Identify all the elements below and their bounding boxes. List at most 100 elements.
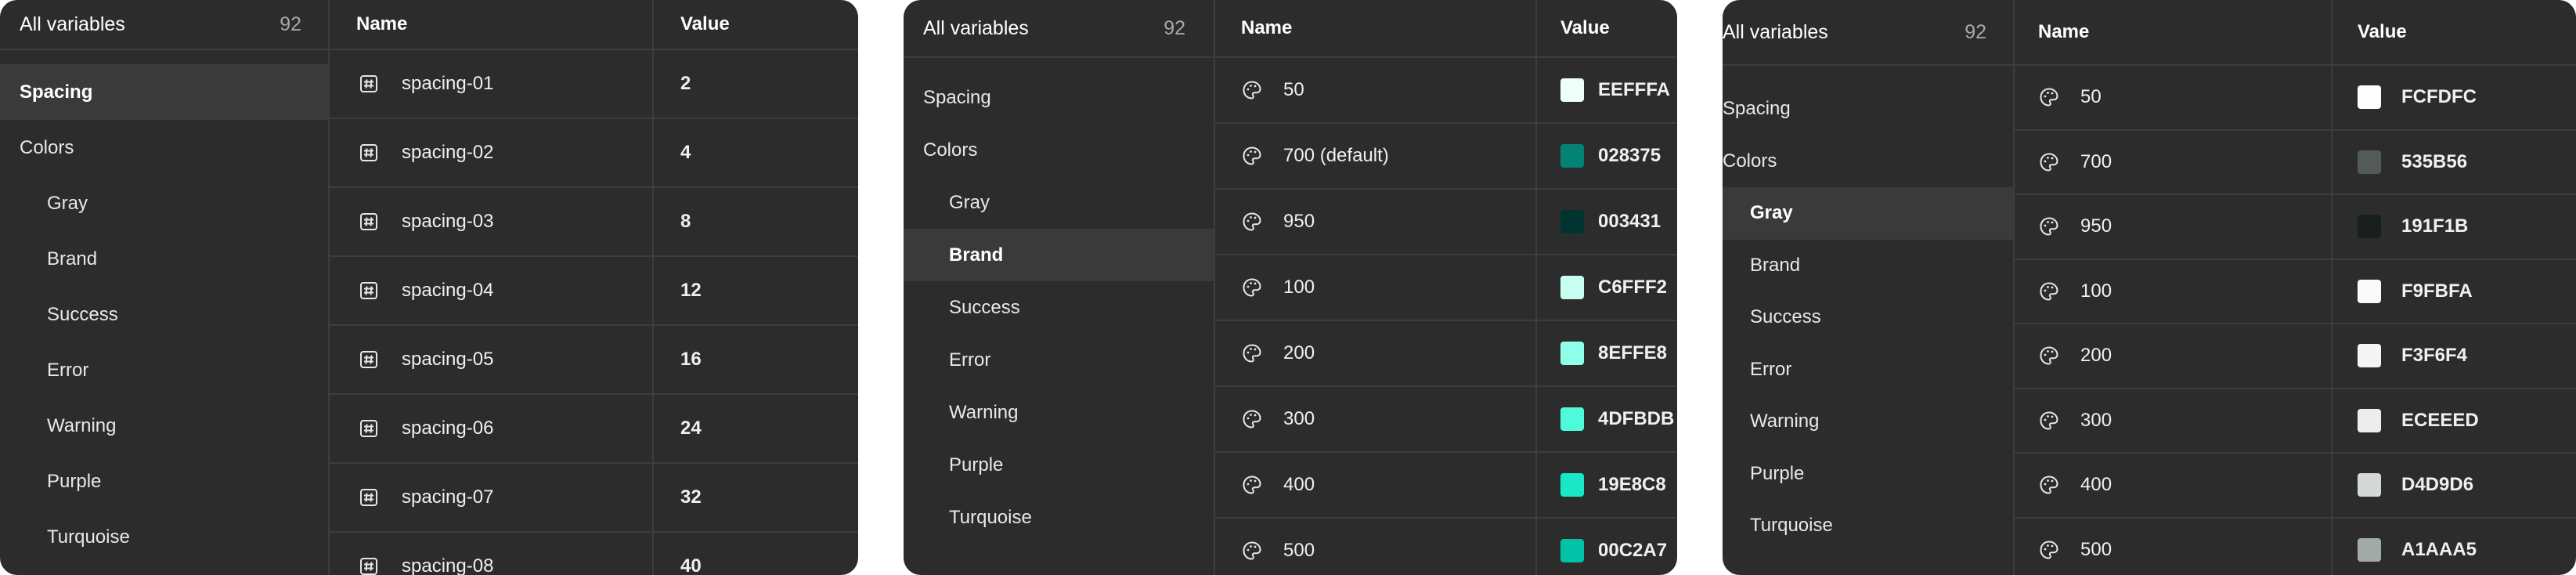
variable-name-cell[interactable]: spacing-04 [330,257,652,324]
variable-name-cell[interactable]: spacing-07 [330,464,652,531]
variable-value-cell[interactable]: 8EFFE8 [1535,321,1677,385]
sidebar-item-colors[interactable]: Colors [904,124,1214,176]
table-row[interactable]: 100 F9FBFA [2015,259,2576,324]
sidebar-item-brand[interactable]: Brand [1723,240,2013,292]
sidebar-item-colors[interactable]: Colors [0,120,328,175]
variable-name-cell[interactable]: 200 [1215,321,1535,385]
variable-value-cell[interactable]: 32 [652,464,858,531]
sidebar-item-gray[interactable]: Gray [1723,187,2013,240]
variable-name-cell[interactable]: 100 [1215,255,1535,320]
sidebar-item-spacing[interactable]: Spacing [0,64,328,120]
variable-name-cell[interactable]: 50 [1215,58,1535,122]
variable-value-cell[interactable]: F9FBFA [2331,259,2576,323]
variable-name-cell[interactable]: 300 [1215,387,1535,451]
variable-value-cell[interactable]: 16 [652,326,858,393]
sidebar-item-warning[interactable]: Warning [1723,396,2013,448]
variable-name-cell[interactable]: spacing-08 [330,533,652,575]
variable-name-cell[interactable]: spacing-01 [330,50,652,118]
color-swatch[interactable] [1560,144,1584,168]
sidebar-item-gray[interactable]: Gray [0,175,328,231]
color-swatch[interactable] [2358,473,2381,497]
variable-value-cell[interactable]: 24 [652,395,858,462]
table-row[interactable]: 950 003431 [1215,190,1677,255]
variable-value-cell[interactable]: 4DFBDB [1535,387,1677,451]
variable-name-cell[interactable]: 400 [2015,454,2331,517]
sidebar-item-gray[interactable]: Gray [904,176,1214,229]
all-variables-header[interactable]: All variables 92 [904,0,1214,58]
variable-name-cell[interactable]: spacing-03 [330,188,652,255]
color-swatch[interactable] [1560,473,1584,497]
sidebar-item-purple[interactable]: Purple [904,439,1214,491]
table-row[interactable]: spacing-06 24 [330,395,858,464]
table-row[interactable]: 400 19E8C8 [1215,453,1677,519]
color-swatch[interactable] [2358,150,2381,174]
variable-value-cell[interactable]: 003431 [1535,190,1677,254]
variable-name-cell[interactable]: 50 [2015,66,2331,129]
table-row[interactable]: 300 ECEEED [2015,389,2576,454]
variable-name-cell[interactable]: 100 [2015,260,2331,324]
table-row[interactable]: 50 FCFDFC [2015,66,2576,131]
variable-name-cell[interactable]: 400 [1215,453,1535,517]
variable-name-cell[interactable]: 950 [1215,190,1535,254]
variable-name-cell[interactable]: spacing-02 [330,119,652,186]
sidebar-item-purple[interactable]: Purple [1723,448,2013,501]
color-swatch[interactable] [1560,276,1584,299]
table-row[interactable]: spacing-03 8 [330,188,858,257]
table-row[interactable]: 50 EEFFFA [1215,58,1677,124]
color-swatch[interactable] [1560,407,1584,431]
sidebar-item-brand[interactable]: Brand [0,231,328,287]
variable-value-cell[interactable]: 535B56 [2331,130,2576,193]
sidebar-item-success[interactable]: Success [0,287,328,342]
variable-value-cell[interactable]: 19E8C8 [1535,453,1677,517]
sidebar-item-turquoise[interactable]: Turquoise [1723,500,2013,552]
variable-value-cell[interactable]: 12 [652,257,858,324]
table-row[interactable]: 500 A1AAA5 [2015,518,2576,575]
variable-value-cell[interactable]: A1AAA5 [2331,518,2576,575]
color-swatch[interactable] [2358,215,2381,239]
table-row[interactable]: 700 (default) 028375 [1215,124,1677,190]
variable-value-cell[interactable]: C6FFF2 [1535,255,1677,320]
sidebar-item-brand[interactable]: Brand [904,229,1214,281]
sidebar-item-turquoise[interactable]: Turquoise [0,509,328,565]
table-row[interactable]: 500 00C2A7 [1215,519,1677,575]
variable-name-cell[interactable]: 700 (default) [1215,124,1535,188]
color-swatch[interactable] [2358,408,2381,432]
table-row[interactable]: 100 C6FFF2 [1215,255,1677,321]
sidebar-item-colors[interactable]: Colors [1723,136,2013,188]
color-swatch[interactable] [1560,78,1584,102]
name-column-header[interactable]: Name [1215,0,1535,56]
table-row[interactable]: spacing-04 12 [330,257,858,326]
sidebar-item-turquoise[interactable]: Turquoise [904,491,1214,544]
table-row[interactable]: spacing-05 16 [330,326,858,395]
color-swatch[interactable] [2358,279,2381,303]
color-swatch[interactable] [2358,537,2381,562]
variable-value-cell[interactable]: 8 [652,188,858,255]
variable-value-cell[interactable]: 2 [652,50,858,118]
sidebar-item-error[interactable]: Error [904,334,1214,386]
variable-value-cell[interactable]: 191F1B [2331,195,2576,259]
all-variables-header[interactable]: All variables 92 [1723,0,2013,66]
sidebar-item-warning[interactable]: Warning [0,398,328,454]
name-column-header[interactable]: Name [2015,0,2331,64]
table-row[interactable]: 300 4DFBDB [1215,387,1677,453]
table-row[interactable]: spacing-08 40 [330,533,858,575]
table-row[interactable]: 200 F3F6F4 [2015,324,2576,389]
variable-value-cell[interactable]: EEFFFA [1535,58,1677,122]
name-column-header[interactable]: Name [330,0,652,49]
sidebar-item-error[interactable]: Error [0,342,328,398]
color-swatch[interactable] [1560,342,1584,365]
table-row[interactable]: 200 8EFFE8 [1215,321,1677,387]
color-swatch[interactable] [1560,539,1584,562]
variable-value-cell[interactable]: 40 [652,533,858,575]
variable-value-cell[interactable]: ECEEED [2331,389,2576,452]
sidebar-item-spacing[interactable]: Spacing [1723,83,2013,136]
table-row[interactable]: 950 191F1B [2015,195,2576,260]
variable-value-cell[interactable]: 00C2A7 [1535,519,1677,575]
table-row[interactable]: 700 535B56 [2015,130,2576,195]
color-swatch[interactable] [1560,210,1584,233]
variable-name-cell[interactable]: 200 [2015,324,2331,388]
value-column-header[interactable]: Value [2331,0,2576,64]
variable-name-cell[interactable]: 300 [2015,389,2331,453]
sidebar-item-error[interactable]: Error [1723,344,2013,396]
variable-value-cell[interactable]: D4D9D6 [2331,454,2576,517]
